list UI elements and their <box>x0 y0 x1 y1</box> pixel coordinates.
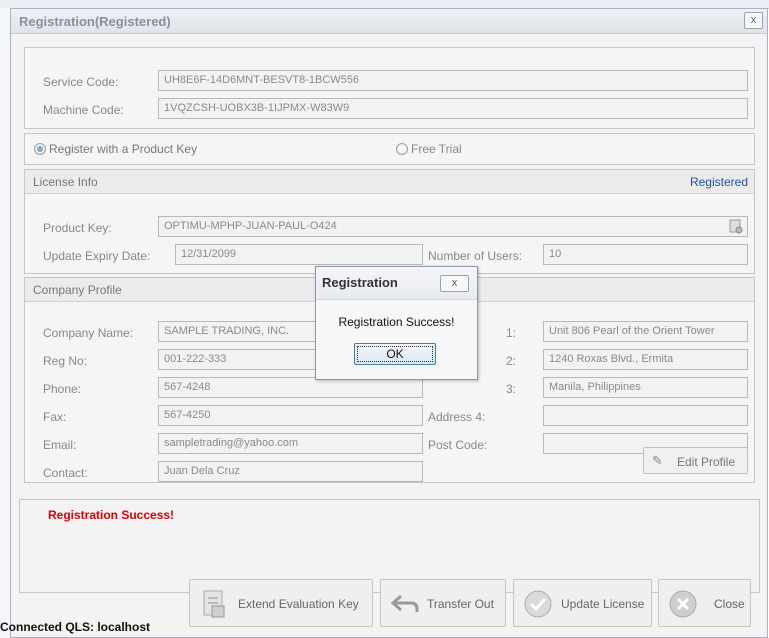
title-bar: Registration(Registered) x <box>11 9 767 34</box>
update-expiry-label: Update Expiry Date: <box>43 249 151 263</box>
dialog-close-button[interactable]: x <box>440 275 469 292</box>
dialog-message: Registration Success! <box>338 315 455 329</box>
fax-label: Fax: <box>43 410 67 424</box>
status-message: Registration Success! <box>48 508 175 522</box>
edit-icon: ✎ <box>652 453 663 468</box>
phone-field[interactable]: 567-4248 <box>158 377 423 398</box>
address-2-field[interactable]: 1240 Roxas Blvd., Ermita <box>543 349 748 370</box>
product-key-field[interactable]: OPTIMU-MPHP-JUAN-PAUL-O424 <box>158 216 748 237</box>
document-lookup-icon[interactable] <box>729 219 743 234</box>
address-1-label: 1: <box>506 326 517 340</box>
license-info-title: License Info <box>33 175 98 189</box>
dialog-title-bar: Registration x <box>316 267 477 300</box>
fax-field[interactable]: 567-4250 <box>158 405 423 426</box>
license-status: Registered <box>689 175 748 189</box>
update-license-label: Update License <box>561 597 645 611</box>
address-4-label: Address 4: <box>428 410 486 424</box>
address-2-label: 2: <box>506 354 517 368</box>
machine-code-field[interactable]: 1VQZCSH-UOBX3B-1IJPMX-W83W9 <box>158 98 748 119</box>
reg-no-label: Reg No: <box>43 354 88 368</box>
free-trial-radio[interactable] <box>396 143 408 155</box>
edit-profile-button[interactable]: ✎ Edit Profile <box>643 447 748 474</box>
email-label: Email: <box>43 438 77 452</box>
edit-profile-label: Edit Profile <box>677 455 736 469</box>
ok-button[interactable]: OK <box>354 343 436 365</box>
number-of-users-label: Number of Users: <box>428 249 523 263</box>
product-key-label: Product Key: <box>43 221 112 235</box>
number-of-users-field[interactable]: 10 <box>543 244 748 265</box>
close-icon <box>669 590 697 618</box>
close-label: Close <box>714 597 745 611</box>
transfer-out-button[interactable]: Transfer Out <box>380 579 506 627</box>
free-trial-label[interactable]: Free Trial <box>411 142 462 156</box>
post-code-label: Post Code: <box>428 438 488 452</box>
machine-code-label: Machine Code: <box>43 103 124 117</box>
license-info-header: License Info Registered <box>25 170 754 194</box>
product-key-value: OPTIMU-MPHP-JUAN-PAUL-O424 <box>164 220 337 232</box>
contact-label: Contact: <box>43 466 88 480</box>
codes-group: Service Code: UH8E6F-14D6MNT-BESVT8-1BCW… <box>24 47 755 129</box>
phone-label: Phone: <box>43 382 82 396</box>
update-license-button[interactable]: Update License <box>513 579 652 627</box>
register-product-key-radio[interactable] <box>34 143 46 155</box>
arrow-back-icon <box>390 594 419 612</box>
address-1-field[interactable]: Unit 806 Pearl of the Orient Tower <box>543 321 748 342</box>
address-3-label: 3: <box>506 382 517 396</box>
checkmark-icon <box>524 590 552 618</box>
dialog-title: Registration <box>322 275 398 290</box>
transfer-out-label: Transfer Out <box>427 597 494 611</box>
register-product-key-label[interactable]: Register with a Product Key <box>49 142 197 156</box>
extend-evaluation-key-button[interactable]: Extend Evaluation Key <box>189 579 373 627</box>
extend-evaluation-key-label: Extend Evaluation Key <box>238 597 359 611</box>
window-title: Registration(Registered) <box>19 14 171 29</box>
connection-status: Connected QLS: localhost <box>0 620 151 634</box>
registration-dialog: Registration x Registration Success! OK <box>315 266 478 380</box>
address-3-field[interactable]: Manila, Philippines <box>543 377 748 398</box>
service-code-label: Service Code: <box>43 75 119 89</box>
service-code-field[interactable]: UH8E6F-14D6MNT-BESVT8-1BCW556 <box>158 70 748 91</box>
company-profile-title: Company Profile <box>33 283 122 297</box>
update-expiry-field[interactable]: 12/31/2099 <box>175 244 423 265</box>
company-name-label: Company Name: <box>43 326 134 340</box>
address-4-field[interactable] <box>543 405 748 426</box>
registration-mode-group: Register with a Product Key Free Trial <box>24 133 755 165</box>
document-icon <box>203 590 225 618</box>
close-button[interactable]: Close <box>658 579 751 627</box>
email-field[interactable]: sampletrading@yahoo.com <box>158 433 423 454</box>
license-info-group: License Info Registered Product Key: OPT… <box>24 169 755 274</box>
contact-field[interactable]: Juan Dela Cruz <box>158 461 423 482</box>
window-close-button[interactable]: x <box>744 12 763 29</box>
